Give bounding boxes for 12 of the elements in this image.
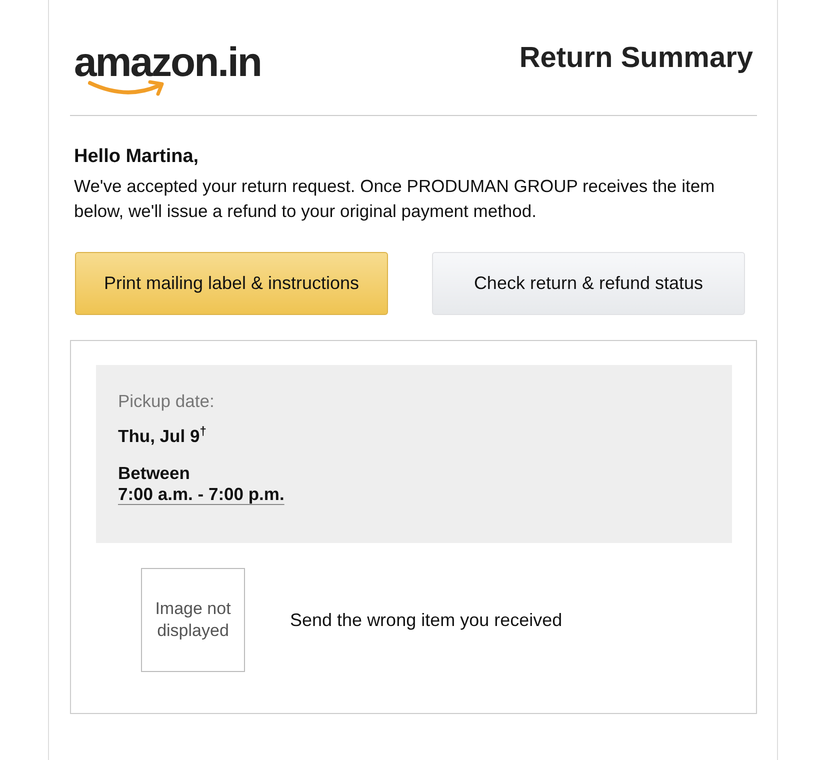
- window-label: Between: [118, 462, 191, 484]
- print-label-button[interactable]: Print mailing label & instructions: [75, 252, 388, 315]
- message-text: We've accepted your return request. Once PRODUMAN GROUP receives the item below, we'll issue a refund to your original payment method.: [74, 175, 716, 223]
- pickup-label: Pickup date:: [118, 391, 216, 412]
- amazon-logo: amazon.in: [74, 42, 261, 98]
- page-title: Return Summary: [519, 42, 753, 75]
- pickup-time-link[interactable]: 7:00 a.m. - 7:00 p.m.: [118, 484, 284, 504]
- image-placeholder-text: Image not displayed: [154, 598, 232, 642]
- status-button[interactable]: Check return & refund status: [432, 252, 745, 315]
- return-reason: Send the wrong item you received: [290, 610, 562, 630]
- greeting: Hello Martina,: [74, 146, 200, 168]
- pickup-date: Thu, Jul 9$^{†}$: [118, 424, 208, 447]
